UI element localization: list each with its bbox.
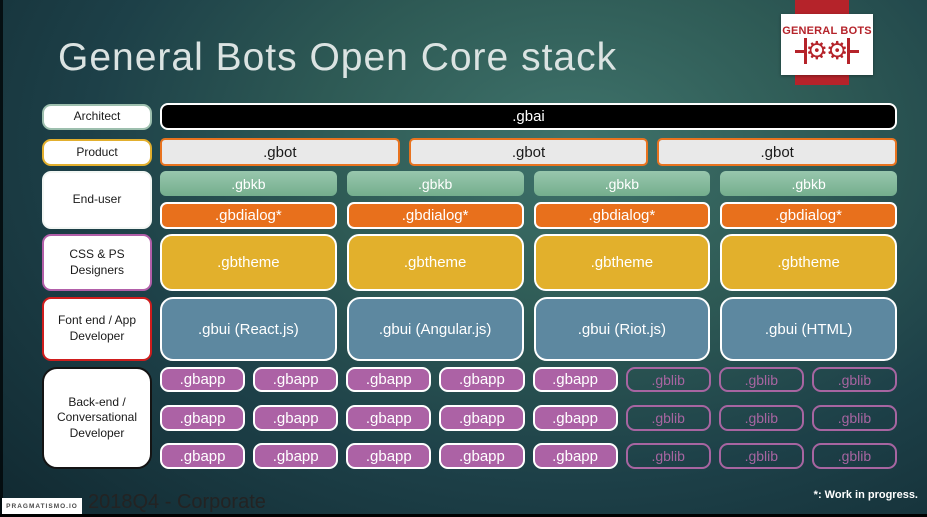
block-gbapp: .gbapp xyxy=(160,367,246,392)
block-gblib: .gblib xyxy=(625,443,711,469)
block-gbapp: .gbapp xyxy=(532,367,618,392)
role-label-css-ps-designers: CSS & PS Designers xyxy=(42,234,152,291)
block-gblib: .gblib xyxy=(811,405,897,431)
block-gbapp: .gbapp xyxy=(532,405,618,431)
row-backend-1: .gbapp .gbapp .gbapp .gbapp .gbapp .gbli… xyxy=(160,367,897,392)
page-title: General Bots Open Core stack xyxy=(58,36,618,79)
row-gbot: .gbot .gbot .gbot xyxy=(160,138,898,166)
row-gbdialog: .gbdialog* .gbdialog* .gbdialog* .gbdial… xyxy=(160,202,897,229)
role-label-architect: Architect xyxy=(42,104,152,130)
general-bots-logo: GENERAL BOTS ⚙ ⚙ xyxy=(781,14,873,75)
slide-footer-label: 2018Q4 - Corporate xyxy=(88,491,266,513)
work-in-progress-note: *: Work in progress. xyxy=(813,489,918,501)
block-gbkb: .gbkb xyxy=(346,171,524,196)
block-gbkb: .gbkb xyxy=(533,171,711,196)
block-gbapp: .gbapp xyxy=(439,367,525,392)
block-gbapp: .gbapp xyxy=(160,405,246,431)
block-gbui-html: .gbui (HTML) xyxy=(720,297,897,361)
block-gbai: .gbai xyxy=(160,103,897,130)
block-gbtheme: .gbtheme xyxy=(346,234,524,291)
role-label-product: Product xyxy=(42,139,152,166)
block-gbtheme: .gbtheme xyxy=(160,234,337,291)
role-label-end-user: End-user xyxy=(42,171,152,229)
slide-canvas: General Bots Open Core stack GENERAL BOT… xyxy=(0,0,927,517)
block-gblib: .gblib xyxy=(811,443,897,469)
block-gbapp: .gbapp xyxy=(346,367,432,392)
gear-line-left xyxy=(794,49,804,53)
block-gbot: .gbot xyxy=(160,138,400,166)
block-gbui-riot: .gbui (Riot.js) xyxy=(533,297,711,361)
block-gbapp: .gbapp xyxy=(439,405,525,431)
block-gbui-react: .gbui (React.js) xyxy=(160,297,337,361)
block-gbapp: .gbapp xyxy=(253,443,339,469)
block-gbapp: .gbapp xyxy=(346,405,432,431)
block-gbtheme: .gbtheme xyxy=(720,234,897,291)
block-gbtheme: .gbtheme xyxy=(533,234,711,291)
block-gbdialog: .gbdialog* xyxy=(346,202,524,229)
block-gbapp: .gbapp xyxy=(253,367,339,392)
block-gbdialog: .gbdialog* xyxy=(720,202,897,229)
role-label-back-end-conversational-developer: Back-end / Conversational Developer xyxy=(42,367,152,469)
block-gblib: .gblib xyxy=(718,443,804,469)
block-gblib: .gblib xyxy=(625,367,711,392)
block-gbkb: .gbkb xyxy=(160,171,337,196)
block-gblib: .gblib xyxy=(718,367,804,392)
row-backend-3: .gbapp .gbapp .gbapp .gbapp .gbapp .gbli… xyxy=(160,443,897,469)
block-gbapp: .gbapp xyxy=(253,405,339,431)
block-gbapp: .gbapp xyxy=(439,443,525,469)
gears-icon: ⚙ ⚙ xyxy=(794,36,860,65)
block-gblib: .gblib xyxy=(811,367,897,392)
row-gbai: .gbai xyxy=(160,103,897,130)
block-gbot: .gbot xyxy=(657,138,898,166)
block-gbdialog: .gbdialog* xyxy=(533,202,711,229)
gear-line-right xyxy=(850,49,860,53)
pragmatismo-brand-badge: PRAGMATISMO.IO xyxy=(2,498,82,515)
role-label-front-end-app-developer: Font end / App Developer xyxy=(42,297,152,361)
row-backend-2: .gbapp .gbapp .gbapp .gbapp .gbapp .gbli… xyxy=(160,405,897,431)
gear-glyph-2: ⚙ xyxy=(826,36,849,65)
block-gbkb: .gbkb xyxy=(720,171,897,196)
block-gbui-angular: .gbui (Angular.js) xyxy=(346,297,524,361)
block-gblib: .gblib xyxy=(625,405,711,431)
block-gbapp: .gbapp xyxy=(532,443,618,469)
row-gbui: .gbui (React.js) .gbui (Angular.js) .gbu… xyxy=(160,297,897,361)
slide-edge-left xyxy=(0,0,3,517)
row-gbkb: .gbkb .gbkb .gbkb .gbkb xyxy=(160,171,897,196)
block-gbapp: .gbapp xyxy=(160,443,246,469)
block-gbot: .gbot xyxy=(408,138,649,166)
gear-glyph-1: ⚙ xyxy=(805,36,828,65)
block-gbdialog: .gbdialog* xyxy=(160,202,337,229)
block-gbapp: .gbapp xyxy=(346,443,432,469)
row-gbtheme: .gbtheme .gbtheme .gbtheme .gbtheme xyxy=(160,234,897,291)
block-gblib: .gblib xyxy=(718,405,804,431)
